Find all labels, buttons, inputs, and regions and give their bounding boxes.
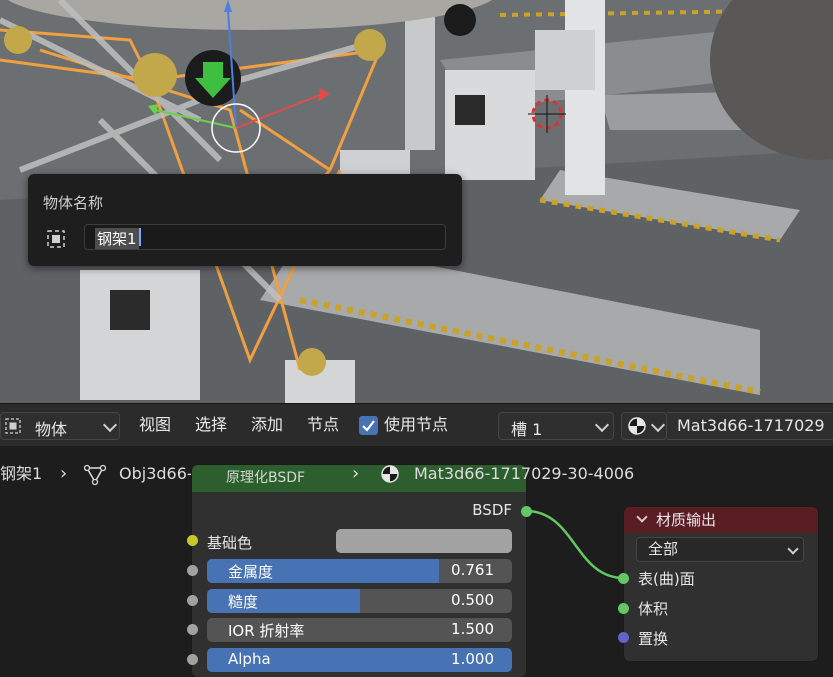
base-color-socket[interactable]: [187, 535, 198, 546]
chevron-down-icon: [787, 543, 799, 555]
metallic-socket[interactable]: [187, 565, 198, 576]
displacement-input-label: 置换: [638, 630, 669, 648]
surface-input-socket[interactable]: [618, 573, 629, 584]
roughness-socket[interactable]: [187, 595, 198, 606]
chevron-down-icon: [636, 511, 648, 523]
volume-input-socket[interactable]: [618, 603, 629, 614]
alpha-socket[interactable]: [187, 654, 198, 665]
displacement-input-socket[interactable]: [618, 632, 629, 643]
target-dropdown[interactable]: 全部: [636, 537, 804, 562]
node-header: 材质输出: [624, 507, 818, 533]
surface-input-label: 表(曲)面: [638, 570, 695, 588]
ior-socket[interactable]: [187, 624, 198, 635]
volume-input-label: 体积: [638, 600, 669, 618]
bsdf-output-socket[interactable]: [521, 506, 532, 517]
node-title: 材质输出: [656, 511, 717, 529]
target-value: 全部: [648, 540, 679, 558]
material-output-node[interactable]: 材质输出 全部 表(曲)面 体积 置换: [624, 507, 818, 661]
